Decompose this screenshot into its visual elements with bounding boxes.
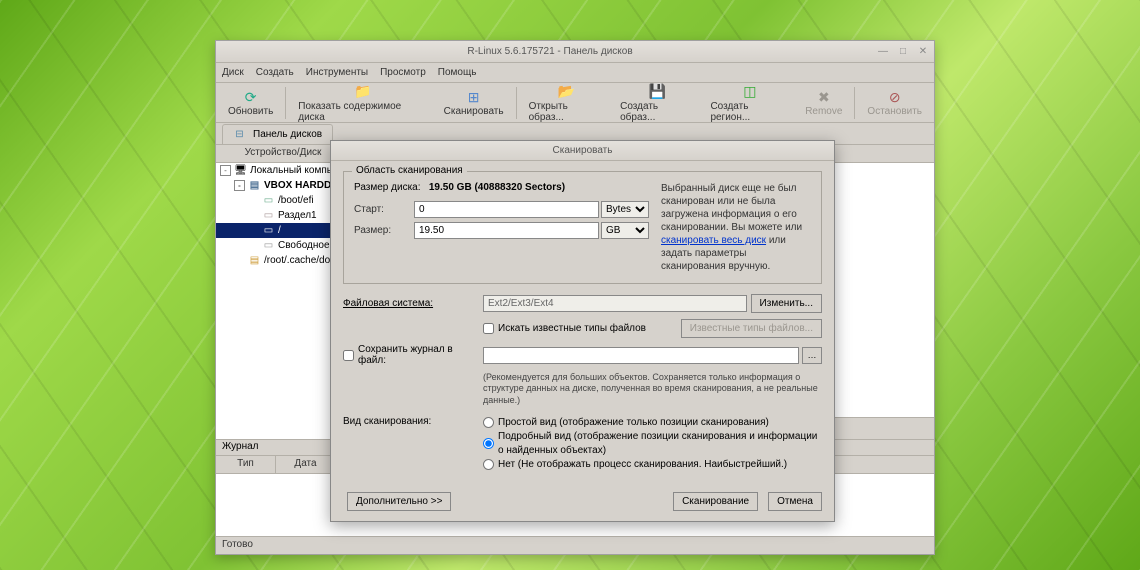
menu-disk[interactable]: Диск — [222, 67, 244, 78]
create-image-button[interactable]: 💾Создать образ... — [614, 81, 700, 125]
drive-icon: ⊟ — [233, 128, 246, 141]
refresh-icon: ⟳ — [242, 88, 260, 106]
remove-icon: ✖ — [815, 88, 833, 106]
fs-input[interactable] — [483, 295, 747, 312]
drive-scan-icon: ⊞ — [465, 88, 483, 106]
free-space-icon: ▭ — [262, 239, 275, 252]
menu-view[interactable]: Просмотр — [380, 67, 426, 78]
window-title: R-Linux 5.6.175721 - Панель дисков — [222, 46, 878, 57]
statusbar: Готово — [216, 536, 934, 554]
view-none-radio-label[interactable]: Нет (Не отображать процесс сканирования.… — [483, 458, 822, 472]
view-simple-radio[interactable] — [483, 417, 494, 428]
save-log-checkbox-label[interactable]: Сохранить журнал в файл: — [343, 344, 483, 366]
stop-icon: ⊘ — [886, 88, 904, 106]
advanced-button[interactable]: Дополнительно >> — [347, 492, 451, 511]
scan-area-fieldset: Область сканирования Размер диска: 19.50… — [343, 171, 822, 284]
menu-create[interactable]: Создать — [256, 67, 294, 78]
change-fs-button[interactable]: Изменить... — [751, 294, 822, 313]
col-type[interactable]: Тип — [216, 456, 276, 473]
scan-dialog: Сканировать Область сканирования Размер … — [330, 140, 835, 522]
expander-icon[interactable]: - — [220, 165, 231, 176]
refresh-button[interactable]: ⟳Обновить — [222, 86, 279, 119]
stop-button: ⊘Остановить — [861, 86, 928, 119]
expander-icon[interactable]: - — [234, 180, 245, 191]
tab-disk-panel[interactable]: ⊟ Панель дисков — [222, 124, 333, 144]
partition-icon: ▭ — [262, 224, 275, 237]
folder-icon: ▤ — [248, 254, 261, 267]
menu-help[interactable]: Помощь — [438, 67, 477, 78]
computer-icon: 🖥 — [234, 164, 247, 177]
scan-submit-button[interactable]: Сканирование — [673, 492, 758, 511]
size-unit-select[interactable]: GB — [601, 222, 649, 239]
maximize-icon[interactable]: □ — [898, 47, 908, 57]
create-region-button[interactable]: ◫Создать регион... — [704, 81, 795, 125]
dialog-button-bar: Дополнительно >> Сканирование Отмена — [331, 486, 834, 521]
titlebar: R-Linux 5.6.175721 - Панель дисков — □ ✕ — [216, 41, 934, 63]
log-hint: (Рекомендуется для больших объектов. Сох… — [483, 372, 822, 406]
toolbar: ⟳Обновить 📁Показать содержимое диска ⊞Ск… — [216, 83, 934, 123]
folder-search-icon: 📁 — [354, 83, 372, 101]
drive-icon: ▤ — [248, 179, 261, 192]
scan-info-text: Выбранный диск еще не был сканирован или… — [661, 182, 811, 273]
open-icon: 📂 — [557, 83, 575, 101]
dialog-title: Сканировать — [331, 141, 834, 161]
known-types-checkbox-label[interactable]: Искать известные типы файлов — [483, 323, 677, 334]
scan-view-label: Вид сканирования: — [343, 416, 483, 427]
browse-log-button[interactable]: … — [802, 347, 822, 364]
disk-image-icon: 💾 — [648, 83, 666, 101]
view-detailed-radio[interactable] — [483, 438, 494, 449]
cancel-button[interactable]: Отмена — [768, 492, 822, 511]
open-image-button[interactable]: 📂Открыть образ... — [523, 81, 611, 125]
show-content-button[interactable]: 📁Показать содержимое диска — [292, 81, 433, 125]
start-input[interactable] — [414, 201, 599, 218]
view-simple-radio-label[interactable]: Простой вид (отображение только позиции … — [483, 416, 822, 430]
start-label: Старт: — [354, 204, 414, 215]
size-input[interactable] — [414, 222, 599, 239]
region-icon: ◫ — [741, 83, 759, 101]
menu-tools[interactable]: Инструменты — [306, 67, 368, 78]
log-path-input[interactable] — [483, 347, 799, 364]
partition-icon: ▭ — [262, 194, 275, 207]
remove-button: ✖Remove — [799, 86, 848, 119]
start-unit-select[interactable]: Bytes — [601, 201, 649, 218]
view-none-radio[interactable] — [483, 459, 494, 470]
col-date[interactable]: Дата — [276, 456, 336, 473]
scan-button[interactable]: ⊞Сканировать — [438, 86, 510, 119]
partition-icon: ▭ — [262, 209, 275, 222]
size-label: Размер: — [354, 225, 414, 236]
scan-area-legend: Область сканирования — [352, 165, 467, 176]
known-types-button: Известные типы файлов... — [681, 319, 822, 338]
known-types-checkbox[interactable] — [483, 323, 494, 334]
scan-whole-disk-link[interactable]: сканировать весь диск — [661, 235, 766, 246]
view-detailed-radio-label[interactable]: Подробный вид (отображение позиции скани… — [483, 430, 822, 458]
fs-label: Файловая система: — [343, 298, 483, 309]
disk-size-row: Размер диска: 19.50 GB (40888320 Sectors… — [354, 182, 649, 193]
close-icon[interactable]: ✕ — [918, 47, 928, 57]
save-log-checkbox[interactable] — [343, 350, 354, 361]
minimize-icon[interactable]: — — [878, 47, 888, 57]
